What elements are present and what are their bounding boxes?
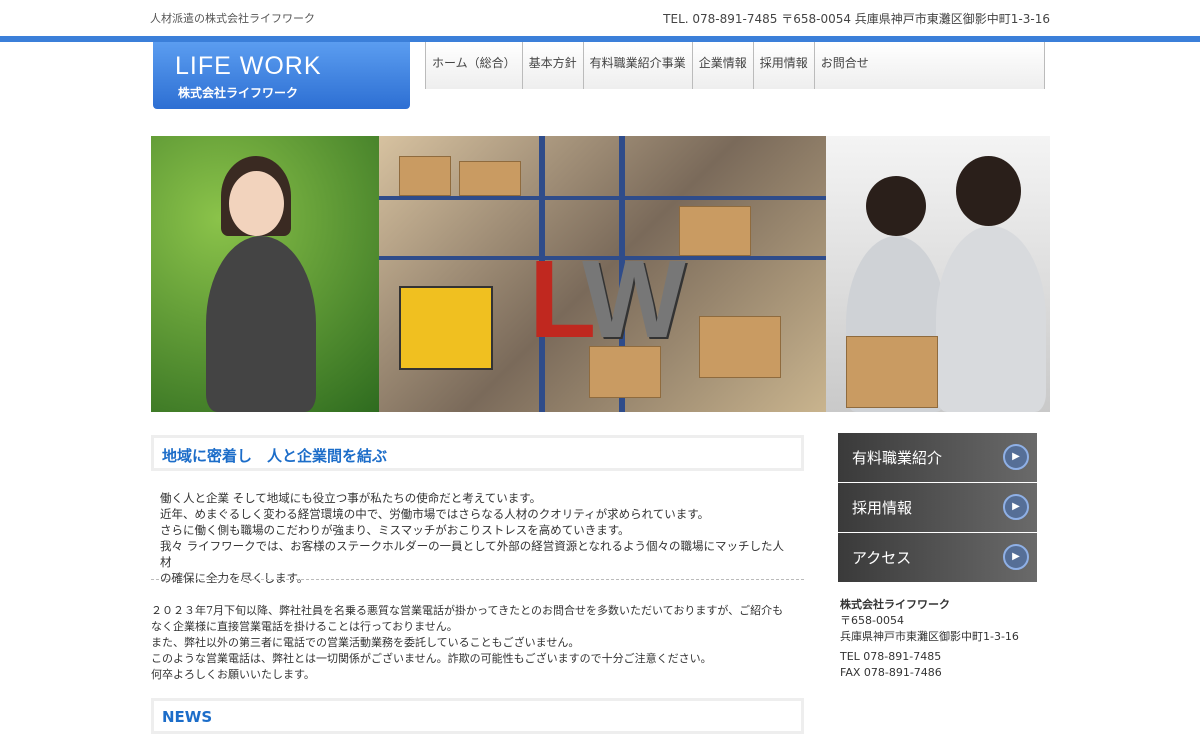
intro-line: さらに働く側も職場のこだわりが強まり、ミスマッチがおこりストレスを高めていきます… <box>160 523 630 537</box>
intro-heading-box: 地域に密着し 人と企業間を結ぶ <box>151 435 804 471</box>
notice-line: ２０２３年7月下旬以降、弊社社員を名乗る悪質な営業電話が掛かってきたとのお問合せ… <box>151 604 784 617</box>
sidebar-button-recruit[interactable]: 採用情報 ▶ <box>838 483 1037 533</box>
nav-policy[interactable]: 基本方針 <box>522 42 584 89</box>
play-circle-icon: ▶ <box>1003 494 1029 520</box>
sidebar-button-label: 採用情報 <box>852 499 913 517</box>
hero-banner: LW <box>151 136 1050 412</box>
news-heading: NEWS <box>162 708 213 726</box>
nav-placement[interactable]: 有料職業紹介事業 <box>583 42 693 89</box>
scam-notice: ２０２３年7月下旬以降、弊社社員を名乗る悪質な営業電話が掛かってきたとのお問合せ… <box>151 603 804 683</box>
notice-line: なく企業様に直接営業電話を掛けることは行っておりません。 <box>151 620 458 633</box>
logo-text: LIFE WORK <box>175 52 322 80</box>
nav-contact[interactable]: お問合せ <box>814 42 1045 89</box>
nav-recruit[interactable]: 採用情報 <box>753 42 815 89</box>
sidebar-button-label: アクセス <box>852 549 912 567</box>
play-circle-icon: ▶ <box>1003 544 1029 570</box>
company-address: 兵庫県神戸市東灘区御影中町1-3-16 <box>840 630 1019 643</box>
notice-line: このような営業電話は、弊社とは一切関係がございません。詐欺の可能性もございますの… <box>151 652 712 665</box>
lw-logo-mark: LW <box>529 238 686 361</box>
top-bar: 人材派遣の株式会社ライフワーク TEL. 078-891-7485 〒658-0… <box>0 0 1200 36</box>
intro-line: 近年、めまぐるしく変わる経営環境の中で、労働市場ではさらなる人材のクオリティが求… <box>160 507 710 521</box>
intro-line: 働く人と企業 そして地域にも役立つ事が私たちの使命だと考えています。 <box>160 491 542 505</box>
sidebar-button-placement[interactable]: 有料職業紹介 ▶ <box>838 433 1037 483</box>
site-logo[interactable]: LIFE WORK 株式会社ライフワーク <box>153 42 410 109</box>
company-tel: TEL 078-891-7485 <box>840 650 942 663</box>
site-tagline: 人材派遣の株式会社ライフワーク <box>150 12 315 25</box>
notice-line: 何卒よろしくお願いいたします。 <box>151 668 315 681</box>
company-zip: 〒658-0054 <box>840 614 904 627</box>
company-name: 株式会社ライフワーク <box>840 598 950 611</box>
sidebar-button-label: 有料職業紹介 <box>852 449 943 467</box>
news-heading-box: NEWS <box>151 698 804 734</box>
intro-line: 我々 ライフワークでは、お客様のステークホルダーの一員として外部の経営資源となれ… <box>160 539 784 569</box>
intro-heading: 地域に密着し 人と企業間を結ぶ <box>162 447 388 465</box>
play-circle-icon: ▶ <box>1003 444 1029 470</box>
notice-line: また、弊社以外の第三者に電話での営業活動業務を委託していることもございません。 <box>151 636 580 649</box>
hero-warehouse-photo: LW <box>379 136 826 412</box>
logo-subtext: 株式会社ライフワーク <box>178 86 299 100</box>
forklift-graphic <box>399 286 493 370</box>
intro-line: の確保に全力を尽くします。 <box>160 571 309 585</box>
section-divider <box>151 579 804 580</box>
company-fax: FAX 078-891-7486 <box>840 666 942 679</box>
nav-home[interactable]: ホーム（総合） <box>426 42 523 89</box>
sidebar-button-access[interactable]: アクセス ▶ <box>838 533 1037 583</box>
company-info: 株式会社ライフワーク 〒658-0054 兵庫県神戸市東灘区御影中町1-3-16… <box>840 597 1019 681</box>
main-nav: ホーム（総合） 基本方針 有料職業紹介事業 企業情報 採用情報 お問合せ <box>425 42 1045 89</box>
header-contact: TEL. 078-891-7485 〒658-0054 兵庫県神戸市東灘区御影中… <box>663 12 1050 26</box>
nav-company[interactable]: 企業情報 <box>692 42 754 89</box>
hero-workers-photo <box>826 136 1050 412</box>
hero-businesswoman-photo <box>151 136 379 412</box>
intro-text: 働く人と企業 そして地域にも役立つ事が私たちの使命だと考えています。 近年、めま… <box>160 490 795 586</box>
